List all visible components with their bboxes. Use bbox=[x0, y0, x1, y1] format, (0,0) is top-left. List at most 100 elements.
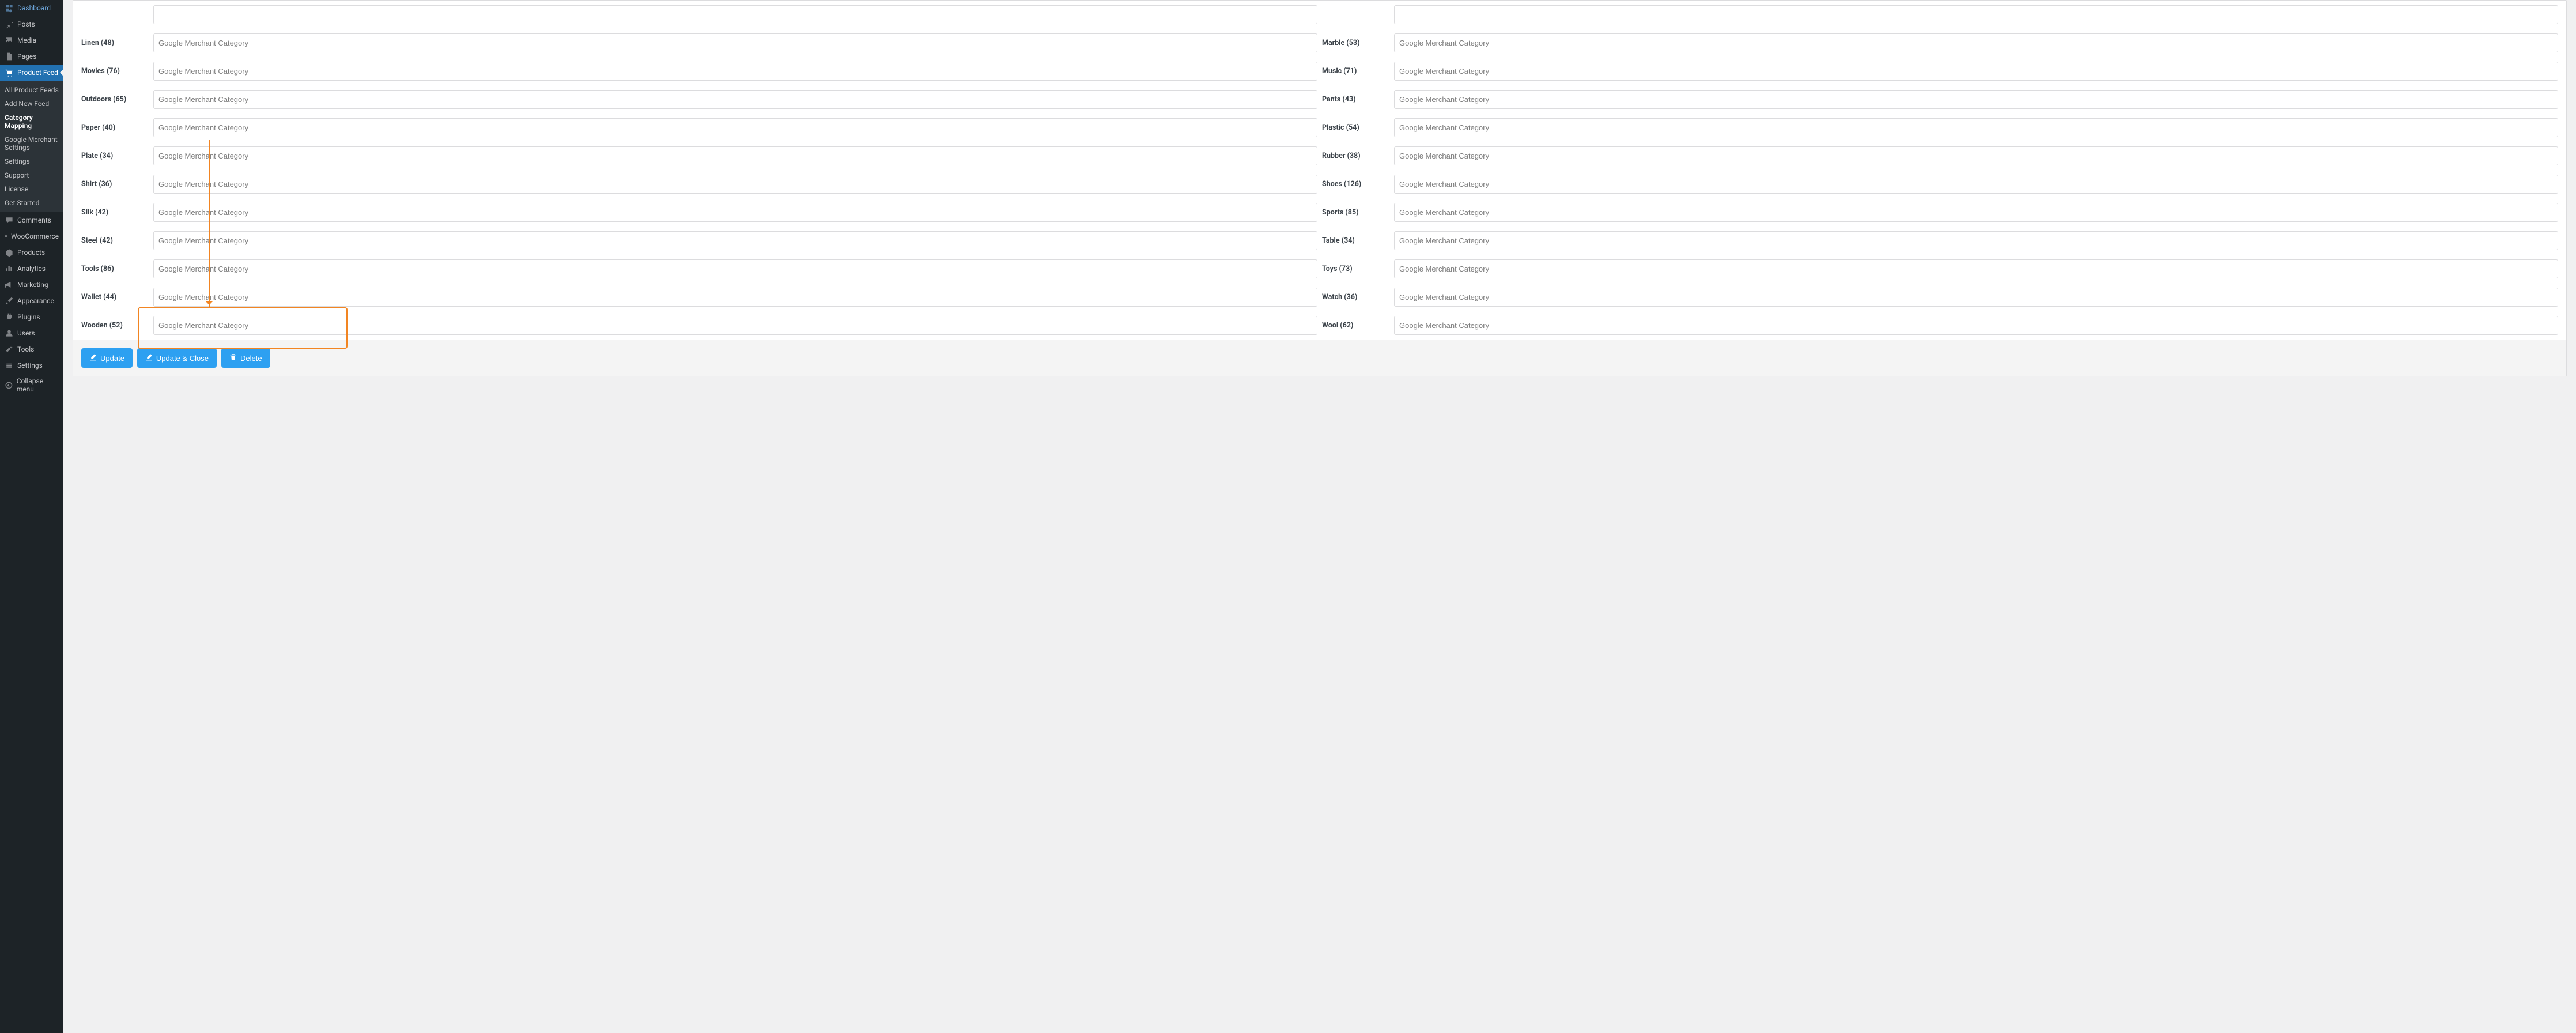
sidebar-label: Appearance bbox=[17, 297, 54, 305]
category-label: Sports (85) bbox=[1322, 208, 1394, 217]
category-label: Linen (48) bbox=[81, 39, 153, 47]
sidebar-item-settings[interactable]: Settings bbox=[0, 357, 63, 374]
category-row: Outdoors (65) bbox=[79, 85, 1320, 114]
category-label: Marble (53) bbox=[1322, 39, 1394, 47]
update-close-button[interactable]: Update & Close bbox=[137, 348, 217, 368]
category-input[interactable] bbox=[1394, 90, 2558, 109]
category-input[interactable] bbox=[1394, 231, 2558, 250]
category-input[interactable] bbox=[1394, 118, 2558, 137]
category-input[interactable] bbox=[153, 175, 1317, 194]
category-input[interactable] bbox=[1394, 288, 2558, 307]
category-input[interactable] bbox=[153, 33, 1317, 52]
delete-button[interactable]: Delete bbox=[221, 348, 270, 368]
submenu-settings[interactable]: Settings bbox=[0, 154, 63, 168]
settings-icon bbox=[5, 361, 14, 370]
submenu-category-mapping[interactable]: Category Mapping bbox=[0, 111, 63, 133]
sidebar-item-appearance[interactable]: Appearance bbox=[0, 293, 63, 309]
edit-icon bbox=[89, 353, 97, 363]
sidebar-item-dashboard[interactable]: Dashboard bbox=[0, 0, 63, 16]
category-input[interactable] bbox=[153, 5, 1317, 24]
category-input[interactable] bbox=[1394, 175, 2558, 194]
submenu-get-started[interactable]: Get Started bbox=[0, 196, 63, 210]
sidebar-item-pages[interactable]: Pages bbox=[0, 48, 63, 65]
category-label: Toys (73) bbox=[1322, 265, 1394, 273]
pin-icon bbox=[5, 20, 14, 29]
sidebar-item-users[interactable]: Users bbox=[0, 325, 63, 341]
sidebar-item-marketing[interactable]: Marketing bbox=[0, 277, 63, 293]
category-row: Wooden (52) bbox=[79, 311, 1320, 340]
category-input[interactable] bbox=[153, 90, 1317, 109]
sidebar-item-product-feed[interactable]: Product Feed bbox=[0, 65, 63, 81]
submenu-all-feeds[interactable]: All Product Feeds bbox=[0, 83, 63, 97]
category-row: Plastic (54) bbox=[1320, 114, 2560, 142]
category-label: Movies (76) bbox=[81, 67, 153, 76]
category-input[interactable] bbox=[1394, 316, 2558, 335]
category-label: Shirt (36) bbox=[81, 180, 153, 188]
category-input[interactable] bbox=[153, 146, 1317, 165]
category-row: Marble (53) bbox=[1320, 29, 2560, 57]
collapse-icon bbox=[5, 380, 13, 390]
category-input[interactable] bbox=[1394, 62, 2558, 81]
category-input[interactable] bbox=[153, 118, 1317, 137]
sidebar-label: Tools bbox=[17, 345, 34, 353]
category-label: Watch (36) bbox=[1322, 293, 1394, 301]
actions-row: Update Update & Close Delete bbox=[73, 340, 2566, 376]
category-label: Outdoors (65) bbox=[81, 95, 153, 104]
sidebar-label: Pages bbox=[17, 52, 36, 61]
category-input[interactable] bbox=[1394, 33, 2558, 52]
button-label: Delete bbox=[240, 354, 262, 363]
category-row: Watch (36) bbox=[1320, 283, 2560, 311]
sidebar-item-media[interactable]: Media bbox=[0, 32, 63, 48]
sidebar-item-posts[interactable]: Posts bbox=[0, 16, 63, 32]
cart-icon bbox=[5, 68, 14, 77]
category-input[interactable] bbox=[1394, 5, 2558, 24]
submenu-support[interactable]: Support bbox=[0, 168, 63, 182]
category-input[interactable] bbox=[153, 316, 1317, 335]
trash-icon bbox=[229, 353, 237, 363]
sidebar-label: WooCommerce bbox=[11, 232, 59, 240]
sidebar-collapse[interactable]: Collapse menu bbox=[0, 374, 63, 397]
comment-icon bbox=[5, 216, 14, 225]
dashboard-icon bbox=[5, 3, 14, 13]
category-label: Music (71) bbox=[1322, 67, 1394, 76]
sidebar-item-comments[interactable]: Comments bbox=[0, 212, 63, 228]
category-input[interactable] bbox=[1394, 259, 2558, 278]
sidebar-label: Dashboard bbox=[17, 4, 51, 12]
sidebar-item-woocommerce[interactable]: WooCommerce bbox=[0, 228, 63, 244]
category-input[interactable] bbox=[1394, 203, 2558, 222]
category-input[interactable] bbox=[153, 231, 1317, 250]
megaphone-icon bbox=[5, 280, 14, 289]
category-label: Pants (43) bbox=[1322, 95, 1394, 104]
category-row: Shoes (126) bbox=[1320, 170, 2560, 198]
submenu-google-merchant-settings[interactable]: Google Merchant Settings bbox=[0, 133, 63, 154]
category-input[interactable] bbox=[1394, 146, 2558, 165]
page-icon bbox=[5, 52, 14, 61]
main-content: Linen (48) Marble (53) Movies (76) Music (7… bbox=[63, 0, 2576, 1033]
sidebar-item-tools[interactable]: Tools bbox=[0, 341, 63, 357]
category-row: Shirt (36) bbox=[79, 170, 1320, 198]
category-input[interactable] bbox=[153, 288, 1317, 307]
category-label: Wooden (52) bbox=[81, 321, 153, 330]
update-button[interactable]: Update bbox=[81, 348, 133, 368]
category-input[interactable] bbox=[153, 62, 1317, 81]
category-rows: Linen (48) Marble (53) Movies (76) Music (7… bbox=[73, 1, 2566, 340]
sidebar-item-plugins[interactable]: Plugins bbox=[0, 309, 63, 325]
woocommerce-icon bbox=[5, 232, 7, 241]
sidebar-label: Plugins bbox=[17, 313, 40, 321]
category-row: Linen (48) bbox=[79, 29, 1320, 57]
sidebar-item-products[interactable]: Products bbox=[0, 244, 63, 261]
category-row: Pants (43) bbox=[1320, 85, 2560, 114]
sidebar-label: Collapse menu bbox=[17, 377, 59, 393]
submenu-add-new-feed[interactable]: Add New Feed bbox=[0, 97, 63, 111]
category-label: Steel (42) bbox=[81, 236, 153, 245]
edit-icon bbox=[145, 353, 153, 363]
category-input[interactable] bbox=[153, 259, 1317, 278]
wrench-icon bbox=[5, 345, 14, 354]
submenu-license[interactable]: License bbox=[0, 182, 63, 196]
category-row: Steel (42) bbox=[79, 227, 1320, 255]
category-row: Wallet (44) bbox=[79, 283, 1320, 311]
sidebar-item-analytics[interactable]: Analytics bbox=[0, 261, 63, 277]
category-input[interactable] bbox=[153, 203, 1317, 222]
button-label: Update bbox=[100, 354, 124, 363]
sidebar-label: Posts bbox=[17, 20, 35, 28]
